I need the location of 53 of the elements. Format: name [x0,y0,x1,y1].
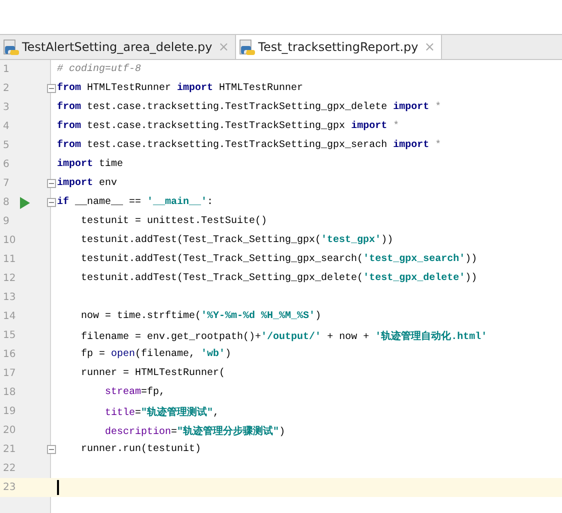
line-number: 9 [3,216,10,227]
file-tab[interactable]: Test_tracksettingReport.py × [236,35,442,59]
line-number: 5 [3,140,10,151]
code-line: runner = HTMLTestRunner( [80,368,226,379]
code-line: if __name__ == '__main__': [57,197,214,208]
code-line: from test.case.tracksetting.TestTrackSetting_gpx_serach import * [57,140,442,151]
code-line: testunit.addTest(Test_Track_Setting_gpx_search('test_gpx_search')) [80,254,478,265]
line-number: 18 [3,387,16,398]
line-number: 7 [3,178,10,189]
code-line: fp = open(filename, 'wb') [80,349,232,360]
code-line: testunit.addTest(Test_Track_Setting_gpx('test_gpx')) [80,235,394,246]
file-tab[interactable]: TestAlertSetting_area_delete.py × [0,35,236,59]
line-number: 21 [3,444,16,455]
code-line: title="轨迹管理测试", [104,405,220,418]
line-number: 15 [3,330,16,341]
code-line: from HTMLTestRunner import HTMLTestRunner [57,83,304,94]
code-line: # coding=utf-8 [57,64,142,75]
line-number: 14 [3,311,16,322]
code-line: import env [57,178,118,189]
code-line: filename = env.get_rootpath()+'/output/' + now + '轨迹管理自动化.html' [80,329,488,342]
code-line: import time [57,159,124,170]
line-number: 1 [3,64,10,75]
code-line: from test.case.tracksetting.TestTrackSetting_gpx import * [57,121,400,132]
code-line: stream=fp, [104,387,166,398]
line-number: 10 [3,235,16,246]
line-number: 16 [3,349,16,360]
fold-icon[interactable] [47,198,56,207]
line-number: 20 [3,425,16,436]
line-number: 4 [3,121,10,132]
python-file-icon [3,39,19,55]
line-number: 13 [3,292,16,303]
run-icon[interactable] [20,197,30,209]
line-number: 6 [3,159,10,170]
fold-icon[interactable] [47,179,56,188]
fold-icon[interactable] [47,84,56,93]
line-number: 19 [3,406,16,417]
line-number: 23 [3,482,16,493]
text-cursor [57,480,59,495]
fold-icon[interactable] [47,445,56,454]
code-line: from test.case.tracksetting.TestTrackSetting_gpx_delete import * [57,102,442,113]
python-file-icon [239,39,256,55]
line-number: 17 [3,368,16,379]
code-line: testunit.addTest(Test_Track_Setting_gpx_delete('test_gpx_delete')) [80,273,478,284]
line-number: 12 [3,273,16,284]
code-line: now = time.strftime('%Y-%m-%d %H_%M_%S') [80,311,322,322]
code-line: runner.run(testunit) [80,444,202,455]
code-line: description="轨迹管理分步骤测试") [104,424,286,438]
line-number: 22 [3,463,16,474]
line-number: 11 [3,254,16,265]
code-line: testunit = unittest.TestSuite() [80,216,268,227]
line-number: 8 [3,197,10,208]
line-number: 3 [3,102,10,113]
line-number: 2 [3,83,10,94]
